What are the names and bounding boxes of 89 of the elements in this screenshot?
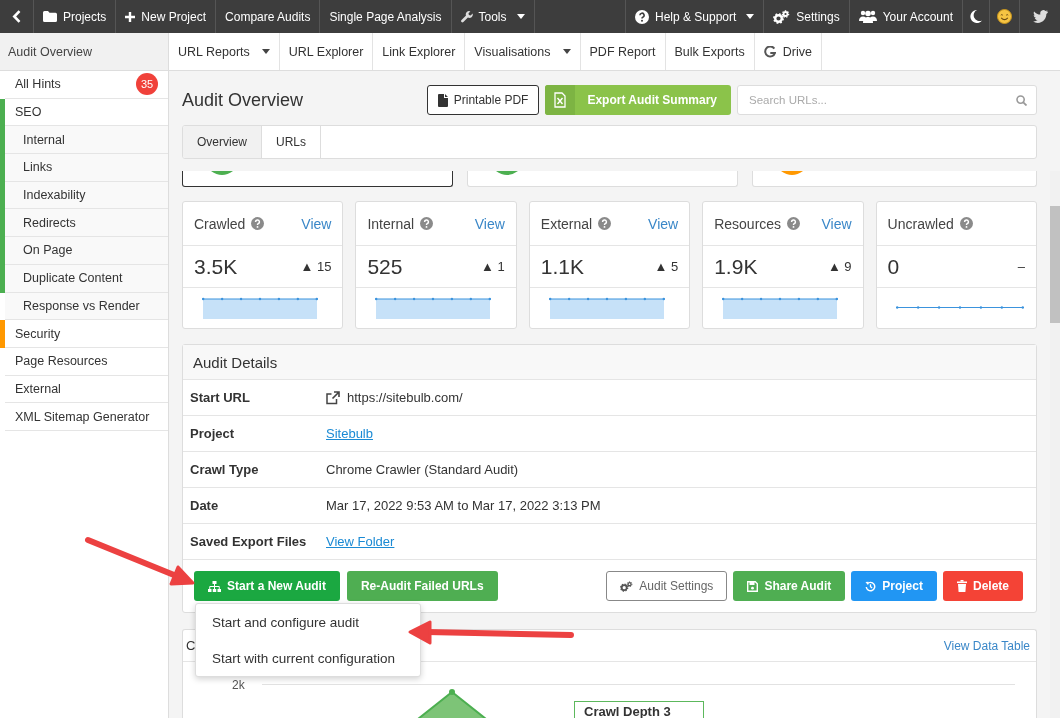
tab[interactable]: Overview [183,126,262,158]
nav-tab[interactable]: Bulk Exports [665,33,755,70]
axis-tick-label: 2k [232,678,245,692]
view-link[interactable]: View [301,215,332,232]
view-link[interactable]: View [648,215,679,232]
page-title: Audit Overview [182,89,304,111]
search-icon [1016,95,1027,106]
summary-card[interactable] [182,171,453,187]
sidebar-item[interactable]: Internal [5,126,168,155]
smiley-icon [997,9,1012,24]
plus-icon [125,11,136,22]
detail-label: Crawl Type [189,462,260,477]
sidebar-item[interactable]: Redirects [5,209,168,238]
stat-change: ▲ 1 [481,259,505,274]
history-icon [865,580,877,592]
stat-label: External [540,215,593,232]
stat-value: 0 [887,254,900,279]
sidebar-item[interactable]: Response vs Render [5,292,168,321]
chevron-left-icon [12,10,21,23]
nav-tab[interactable]: Visualisations [465,33,581,70]
tab[interactable]: URLs [262,126,322,158]
sidebar-item[interactable]: Indexability [5,181,168,210]
stat-label: Uncrawled [887,215,954,232]
stat-value: 3.5K [194,254,238,279]
sidebar-item[interactable]: All Hints 35 [5,71,168,99]
stat-value: 1.9K [714,254,758,279]
panel-title: Audit Details [193,353,278,371]
sitemap-icon [208,580,221,592]
view-data-table-link[interactable]: View Data Table [943,638,1030,653]
stat-label: Resources [714,215,782,232]
detail-label: Start URL [189,390,251,405]
help-icon [420,217,434,230]
detail-link[interactable]: View Folder [326,534,395,549]
gears-icon [773,9,791,24]
stat-value: 1.1K [540,254,584,279]
search-field[interactable]: Search URLs... [737,85,1037,115]
nav-tab[interactable]: URL Reports [169,33,280,70]
external-link-icon [326,390,340,405]
wrench-icon [460,10,473,23]
stat-label: Internal [367,215,415,232]
g-letter-icon [763,45,776,58]
help-icon [959,217,973,230]
nav-tab[interactable]: Link Explorer [373,33,466,70]
nav-tab[interactable]: PDF Report [580,33,666,70]
moon-icon [970,10,982,23]
panel-title: C [186,638,196,653]
stat-change: ▲ 15 [300,259,332,274]
action-button[interactable]: Delete [942,571,1023,601]
section-title: Audit Overview [0,33,169,70]
stat-change: ▲ 5 [654,259,679,274]
users-icon [858,10,877,23]
view-link[interactable]: View [821,215,852,232]
stat-change: – [1017,259,1025,274]
action-button[interactable]: Audit Settings [606,571,728,601]
detail-value: Mar 17, 2022 9:53 AM to Mar 17, 2022 3:13 PM [326,498,601,513]
detail-label: Project [189,426,236,441]
help-icon [251,217,265,230]
menu-item[interactable]: Start and configure audit [196,604,420,640]
nav-tab[interactable]: Drive [754,33,822,70]
stat-label: Crawled [194,215,246,232]
detail-value: https://sitebulb.com/ [347,390,463,405]
detail-value: Chrome Crawler (Standard Audit) [326,462,519,477]
file-icon [437,93,448,107]
bird-icon [1032,10,1048,23]
caret-icon [261,49,270,54]
help-icon [634,9,649,24]
detail-link[interactable]: Sitebulb [326,426,373,441]
printable-pdf-button[interactable]: Printable PDF [426,85,540,115]
chart-tooltip: Crawl Depth 3 [574,701,704,718]
chart-area-shape [417,689,487,718]
scrollbar-thumb[interactable] [1050,206,1060,323]
help-icon [787,217,801,230]
detail-label: Date [189,498,220,513]
folder-icon [43,11,57,22]
caret-icon [562,49,571,54]
stat-change: ▲ 9 [827,259,852,274]
sidebar-item[interactable]: Duplicate Content [5,264,168,293]
trash-icon [956,580,967,592]
detail-label: Saved Export Files [189,534,308,549]
sidebar-item[interactable]: Links [5,154,168,182]
menu-item[interactable]: Start with current configuration [196,640,420,676]
nav-tab[interactable]: URL Explorer [279,33,374,70]
spreadsheet-icon [545,85,576,115]
view-link[interactable]: View [474,215,505,232]
sidebar-item[interactable]: On Page [5,237,168,265]
help-icon [598,217,612,230]
gears-icon [620,580,634,592]
stat-value: 525 [367,254,403,279]
count-badge: 35 [136,73,158,96]
